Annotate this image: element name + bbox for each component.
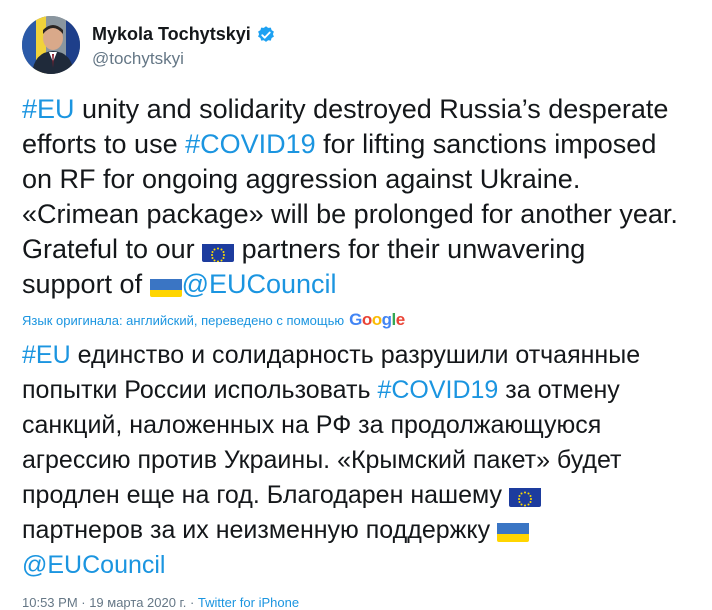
ukraine-flag-emoji-icon [149, 275, 182, 297]
translated-line: @EUCouncil [22, 548, 702, 583]
translated-line: партнеров за их неизменную поддержку [22, 513, 702, 548]
tweet-text-span: support of [22, 269, 150, 299]
hashtag-link[interactable]: #COVID19 [377, 376, 498, 404]
tweet-text-span: efforts to use [22, 129, 186, 159]
translated-line: #EU единство и солидарность разрушили от… [22, 338, 702, 373]
tweet-line: «Crimean package» will be prolonged for … [22, 199, 678, 229]
tweet-line: #EU unity and solidarity destroyed Russi… [22, 92, 692, 127]
eu-flag-emoji-icon [202, 240, 235, 262]
translated-text-span: единство и солидарность разрушили отчаян… [70, 341, 641, 369]
translated-line: попытки России использовать #COVID19 за … [22, 373, 702, 408]
tweet-timestamp[interactable]: 10:53 PM · 19 марта 2020 г. · [22, 595, 198, 610]
translated-text-span: за отмену [498, 376, 620, 404]
ukraine-flag-emoji-icon [497, 520, 530, 542]
tweet-line: on RF for ongoing aggression against Ukr… [22, 164, 581, 194]
tweet-line: Grateful to our partners for their unwav… [22, 232, 692, 267]
tweet-line: efforts to use #COVID19 for lifting sanc… [22, 127, 692, 162]
hashtag-link[interactable]: #COVID19 [185, 129, 316, 159]
tweet-footer: 10:53 PM · 19 марта 2020 г. · Twitter fo… [22, 595, 299, 610]
mention-link[interactable]: @EUCouncil [182, 269, 337, 299]
tweet-text: #EU unity and solidarity destroyed Russi… [22, 92, 692, 302]
tweet-text-span: Grateful to our [22, 234, 203, 264]
author-handle[interactable]: @tochytskyi [92, 49, 184, 69]
tweet-line: support of @EUCouncil [22, 267, 692, 302]
translated-line: агрессию против Украины. «Крымский пакет… [22, 446, 622, 474]
translated-text: #EU единство и солидарность разрушили от… [22, 338, 702, 583]
eu-flag-emoji-icon [508, 485, 541, 507]
tweet-header: Mykola Tochytskyi @tochytskyi [22, 16, 702, 76]
translation-attribution: Язык оригинала: английский, переведено с… [22, 309, 405, 331]
translated-line: продлен еще на год. Благодарен нашему [22, 478, 702, 513]
mention-link[interactable]: @EUCouncil [22, 551, 165, 579]
translated-text-span: продлен еще на год. Благодарен нашему [22, 481, 509, 509]
translated-line: санкций, наложенных на РФ за продолжающу… [22, 411, 602, 439]
google-logo[interactable]: Google [349, 310, 405, 330]
author-display-name[interactable]: Mykola Tochytskyi [92, 24, 251, 45]
translation-label: Язык оригинала: английский, переведено с… [22, 312, 345, 328]
translated-text-span: партнеров за их неизменную поддержку [22, 516, 498, 544]
avatar[interactable] [22, 16, 80, 74]
tweet-text-span: partners for their unwavering [234, 234, 586, 264]
translated-text-span: попытки России использовать [22, 376, 378, 404]
tweet-source-link[interactable]: Twitter for iPhone [198, 595, 299, 610]
tweet-text-span: unity and solidarity destroyed Russia’s … [74, 94, 669, 124]
verified-badge-icon [256, 25, 276, 45]
tweet-text-span: for lifting sanctions imposed [315, 129, 657, 159]
hashtag-link[interactable]: #EU [22, 94, 75, 124]
hashtag-link[interactable]: #EU [22, 341, 71, 369]
